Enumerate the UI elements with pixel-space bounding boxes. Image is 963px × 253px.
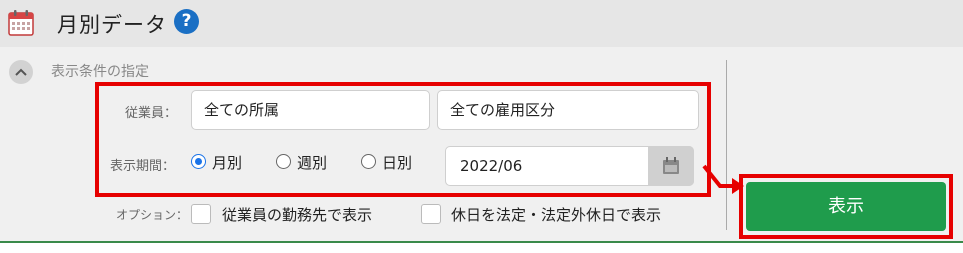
monthly-radio[interactable] [191, 154, 206, 169]
calendar-icon [8, 10, 34, 36]
daily-radio-label: 日別 [382, 154, 413, 172]
weekly-radio-label: 週別 [297, 154, 328, 172]
calendar-picker-icon[interactable] [648, 146, 694, 186]
workplace-display-checkbox[interactable] [191, 204, 211, 224]
help-icon[interactable]: ? [174, 9, 199, 34]
conditions-section-label: 表示条件の指定 [51, 64, 149, 80]
page-header: 月別データ ? [0, 0, 963, 47]
chevron-up-icon[interactable] [9, 60, 33, 84]
period-label: 表示期間： [110, 159, 176, 174]
weekly-radio[interactable] [276, 154, 291, 169]
affiliation-select[interactable]: 全ての所属 [191, 90, 430, 130]
show-button[interactable]: 表示 [746, 182, 946, 231]
employment-type-select[interactable]: 全ての雇用区分 [437, 90, 699, 130]
holiday-type-checkbox[interactable] [421, 204, 441, 224]
holiday-type-label: 休日を法定・法定外休日で表示 [451, 206, 662, 224]
daily-radio[interactable] [361, 154, 376, 169]
content-area [0, 243, 963, 253]
monthly-radio-label: 月別 [212, 154, 243, 172]
options-label: オプション： [116, 208, 189, 222]
page-title: 月別データ [57, 13, 167, 37]
employee-label: 従業員： [125, 106, 178, 121]
workplace-display-label: 従業員の勤務先で表示 [222, 206, 373, 224]
